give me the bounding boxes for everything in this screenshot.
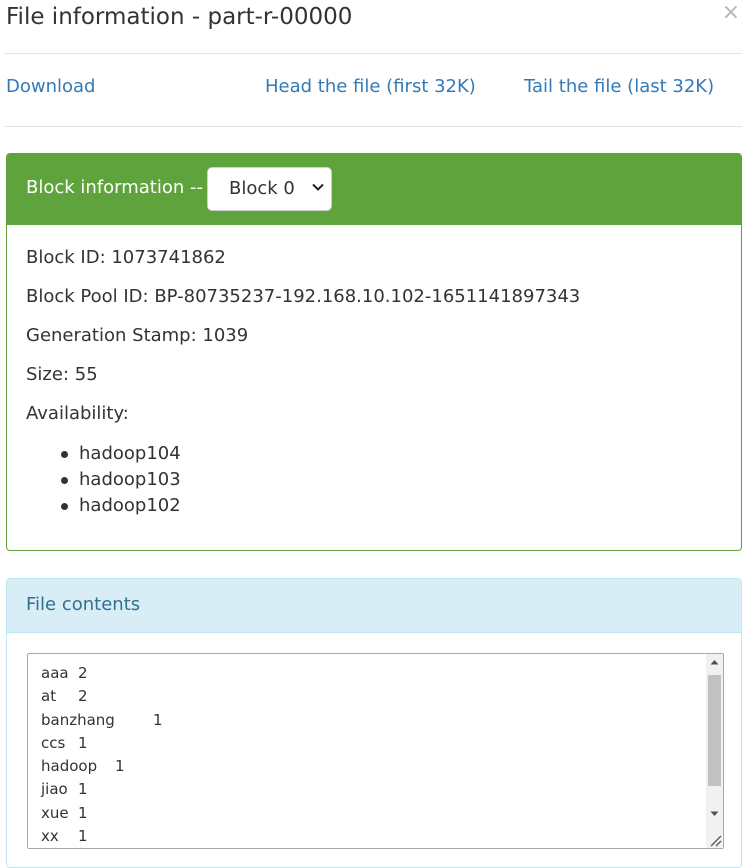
resize-grip-icon[interactable] (708, 833, 722, 847)
content-line: xue 1 (41, 802, 163, 825)
chevron-down-icon (312, 183, 324, 191)
list-item: hadoop102 (34, 493, 181, 519)
content-word: xx (41, 827, 59, 846)
modal-title: File information - part-r-00000 (6, 4, 353, 30)
content-word: at (41, 687, 57, 706)
content-count: 2 (78, 664, 88, 682)
content-count: 1 (78, 827, 88, 846)
vertical-scrollbar[interactable] (706, 654, 723, 848)
content-count: 1 (78, 733, 88, 752)
content-count: 1 (78, 803, 88, 822)
download-link[interactable]: Download (6, 76, 95, 97)
block-panel-title: Block information -- (26, 177, 204, 198)
content-line: hadoop 1 (41, 755, 163, 778)
scrollbar-thumb[interactable] (708, 675, 721, 786)
file-contents-lines: aaa 2 at 2 banzhang 1 ccs 1 hadoop 1 jiao 1 xu… (41, 662, 163, 848)
file-contents-textarea[interactable]: aaa 2 at 2 banzhang 1 ccs 1 hadoop 1 jiao 1 xu… (27, 653, 724, 849)
content-word: ccs (41, 733, 66, 752)
content-line: at 2 (41, 685, 163, 708)
host-name: hadoop104 (79, 443, 181, 464)
bullet-icon (61, 451, 68, 458)
list-item: hadoop104 (34, 441, 181, 467)
content-count: 2 (78, 687, 88, 706)
host-name: hadoop103 (79, 469, 181, 490)
availability-label: Availability: (26, 403, 129, 424)
file-panel-title: File contents (26, 594, 141, 615)
content-count: 1 (78, 780, 88, 799)
head-file-link[interactable]: Head the file (first 32K) (265, 76, 476, 97)
generation-stamp: Generation Stamp: 1039 (26, 325, 249, 346)
block-id: Block ID: 1073741862 (26, 247, 226, 268)
content-word: jiao (41, 780, 68, 799)
bullet-icon (61, 477, 68, 484)
arrow-up-icon[interactable] (706, 654, 723, 671)
content-count: 1 (115, 757, 125, 776)
block-panel-heading: Block information -- Block 0 (7, 154, 741, 225)
content-count: 1 (153, 710, 163, 729)
list-item: hadoop103 (34, 467, 181, 493)
content-line: aaa 2 (41, 662, 163, 685)
content-word: banzhang (41, 710, 115, 729)
header-divider (4, 53, 742, 54)
content-line: xx 1 (41, 825, 163, 848)
availability-list: hadoop104 hadoop103 hadoop102 (34, 441, 181, 519)
block-size: Size: 55 (26, 364, 98, 385)
close-icon[interactable]: × (722, 0, 740, 28)
block-information-panel: Block information -- Block 0 Block ID: 1… (6, 153, 742, 551)
file-panel-heading: File contents (7, 579, 741, 633)
content-line: jiao 1 (41, 778, 163, 801)
links-divider (4, 126, 742, 127)
content-line: banzhang 1 (41, 709, 163, 732)
tail-file-link[interactable]: Tail the file (last 32K) (524, 76, 714, 97)
bullet-icon (61, 503, 68, 510)
block-pool-id: Block Pool ID: BP-80735237-192.168.10.10… (26, 286, 581, 307)
block-select[interactable]: Block 0 (207, 167, 332, 211)
content-line: ccs 1 (41, 732, 163, 755)
content-word: hadoop (41, 757, 98, 776)
arrow-down-icon[interactable] (706, 805, 723, 822)
content-word: xue (41, 803, 69, 822)
content-word: aaa (41, 664, 69, 682)
host-name: hadoop102 (79, 495, 181, 516)
file-contents-panel: File contents aaa 2 at 2 banzhang 1 ccs 1 ha… (6, 578, 742, 868)
block-select-value: Block 0 (229, 178, 295, 199)
